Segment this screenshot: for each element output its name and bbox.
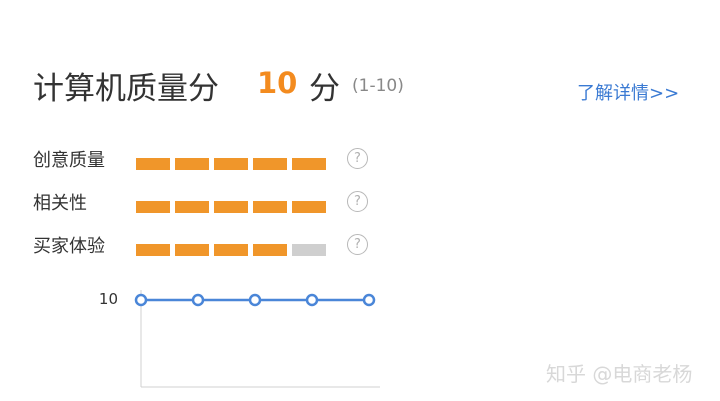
bar-segment-filled [175,158,209,170]
bar-segment-filled [136,201,170,213]
score-trend-chart: 10 [99,290,380,388]
bar-segment-filled [175,244,209,256]
plot-area [134,293,376,307]
bar-segment-filled [214,201,248,213]
bar-segment-filled [292,158,326,170]
bar-segment-filled [175,201,209,213]
bar-segment-filled [253,158,287,170]
data-point [305,293,319,307]
score-range: (1-10) [352,76,404,96]
bar-segment-empty [292,244,326,256]
page-title: 计算机质量分 [33,71,219,107]
data-point [191,293,205,307]
help-icon[interactable]: ? [347,191,368,212]
help-icon[interactable]: ? [347,234,368,255]
watermark: 知乎 @电商老杨 [546,362,693,386]
metric-label: 买家体验 [33,236,105,257]
score-unit: 分 [309,71,340,107]
bar-segment-filled [292,201,326,213]
bar-segment-filled [253,244,287,256]
bar-segment-filled [214,158,248,170]
bar-segment-filled [136,244,170,256]
bar-segment-filled [214,244,248,256]
quality-score: 10 [257,66,298,100]
metric-label: 创意质量 [33,150,105,171]
help-icon[interactable]: ? [347,148,368,169]
data-point [134,293,148,307]
data-point [362,293,376,307]
bar-segment-filled [136,158,170,170]
y-tick-label: 10 [99,290,118,308]
metric-label: 相关性 [33,193,87,214]
learn-more-link[interactable]: 了解详情>> [577,79,679,105]
bar-segment-filled [253,201,287,213]
data-point [248,293,262,307]
